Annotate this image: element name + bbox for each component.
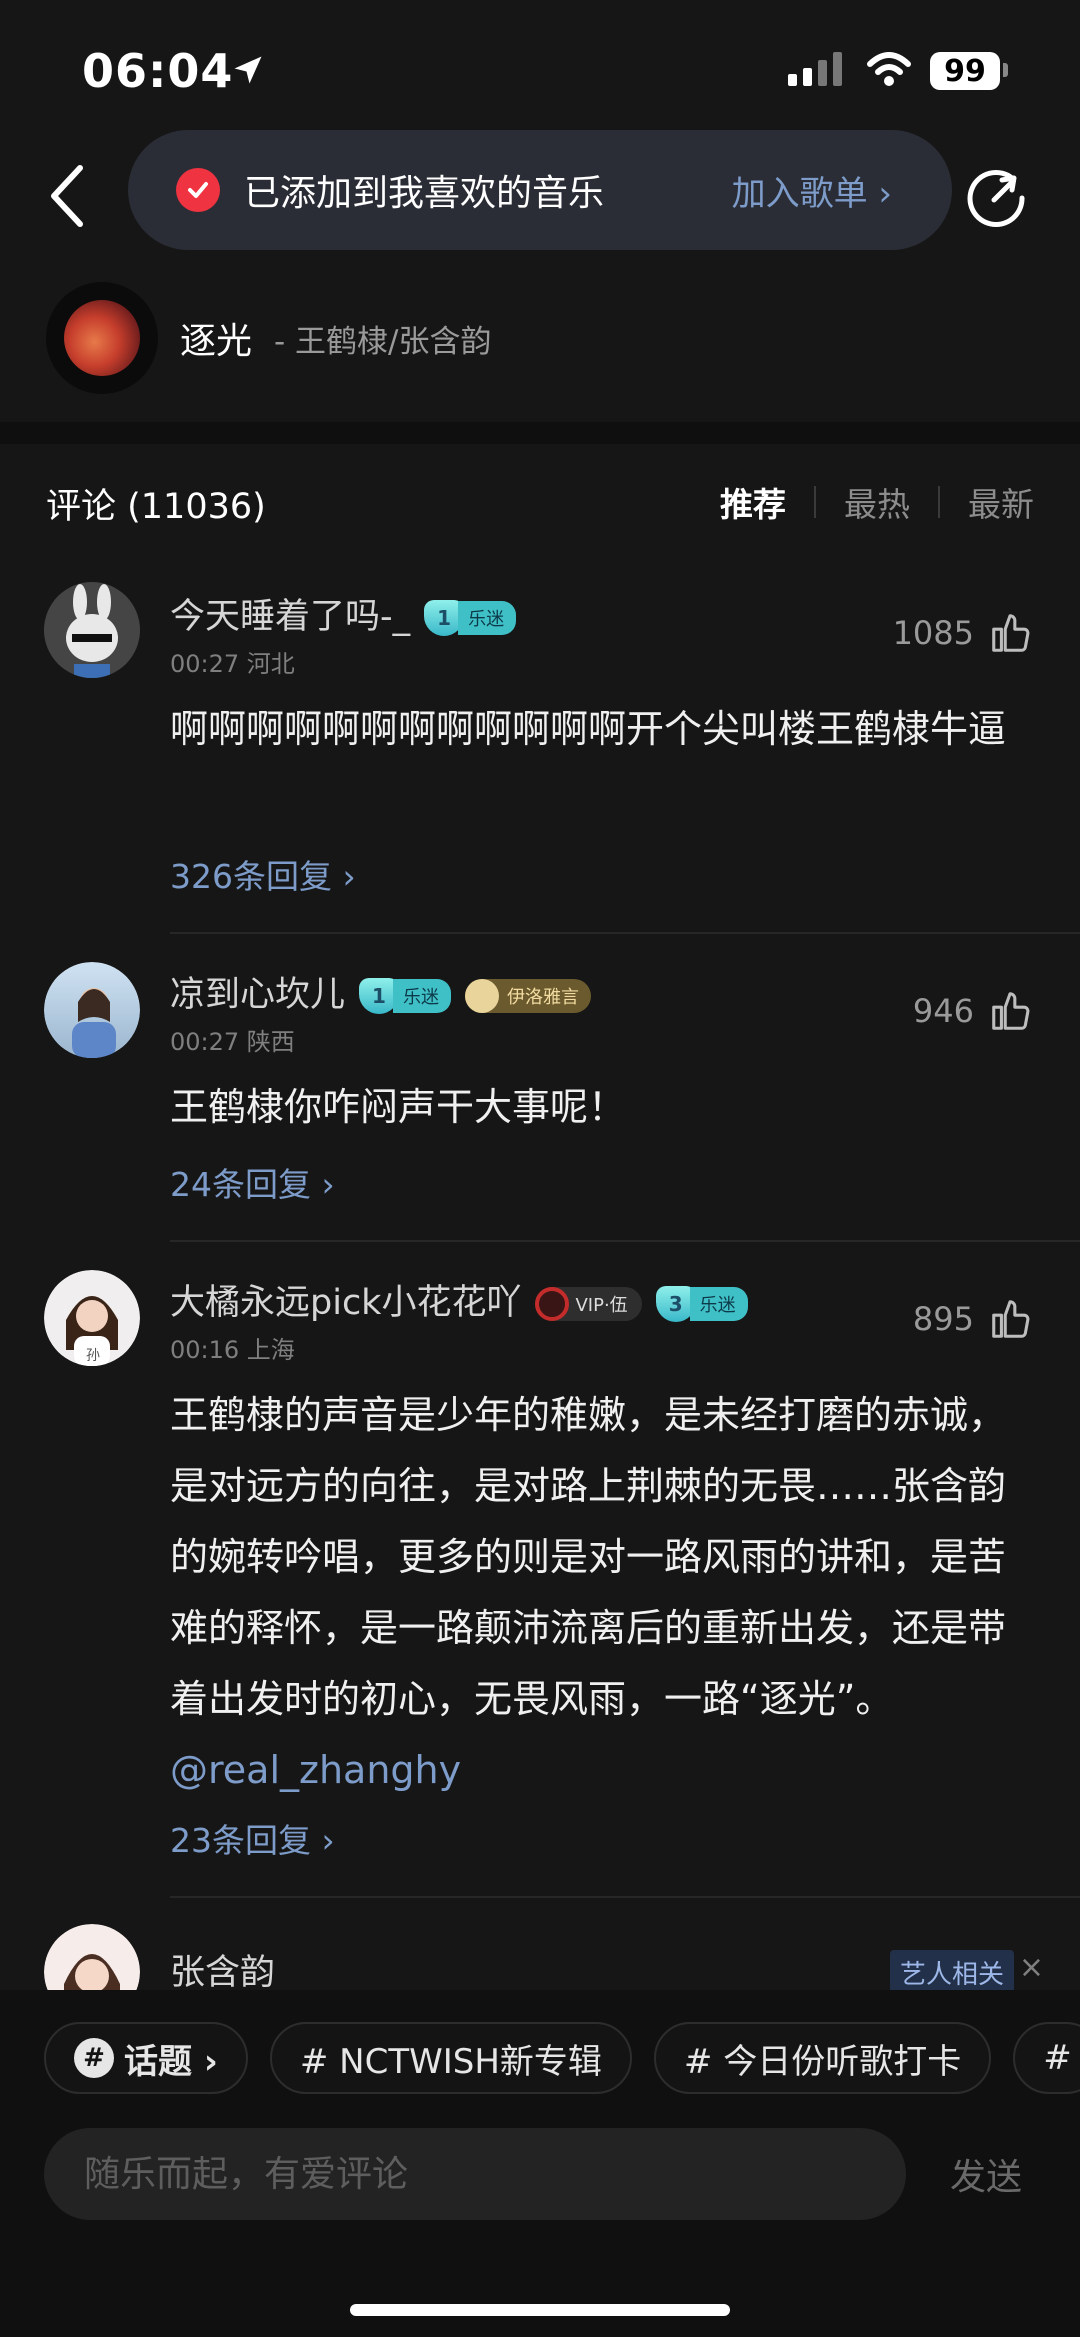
comment-username[interactable]: 今天睡着了吗-_ 1 乐迷 (170, 588, 517, 639)
comment-divider (170, 1240, 1080, 1242)
topic-chips: # 话题 › # NCTWISH新专辑 # 今日份听歌打卡 # (44, 2022, 1080, 2094)
fan-level-badge: 1 乐迷 (424, 600, 517, 636)
like-count: 946 (912, 992, 974, 1030)
section-divider (0, 422, 1080, 444)
battery-tip (1003, 63, 1008, 77)
comment-input[interactable] (44, 2128, 906, 2220)
tab-recommended[interactable]: 推荐 (720, 478, 786, 526)
comment-text: 王鹤棣的声音是少年的稚嫩，是未经打磨的赤诚，是对远方的向往，是对路上荆棘的无畏…… (170, 1393, 1007, 1792)
comment-username[interactable]: 张含韵 (170, 1944, 275, 1995)
thumbs-up-icon (992, 992, 1030, 1030)
tab-divider (814, 486, 816, 518)
comment-text: 啊啊啊啊啊啊啊啊啊啊啊啊开个尖叫楼王鹤棣牛逼 (170, 707, 1007, 751)
avatar[interactable] (44, 582, 140, 678)
home-indicator[interactable] (350, 2304, 730, 2316)
fan-level-badge: 3 乐迷 (655, 1286, 748, 1322)
tab-newest[interactable]: 最新 (968, 478, 1034, 526)
signal-icon (788, 52, 842, 86)
comment-text: 王鹤棣你咋闷声干大事呢！ (170, 1085, 627, 1129)
view-replies-link[interactable]: 326条回复 › (170, 850, 356, 898)
like-button[interactable]: 895 (913, 1296, 1034, 1342)
close-icon[interactable]: × (1019, 1950, 1044, 1985)
avatar[interactable] (44, 962, 140, 1058)
like-button[interactable]: 946 (913, 988, 1034, 1034)
mention-link[interactable]: @real_zhanghy (170, 1748, 461, 1792)
wifi-icon (867, 52, 911, 86)
view-replies-link[interactable]: 23条回复 › (170, 1814, 335, 1862)
share-icon[interactable] (962, 160, 1030, 228)
comment-username[interactable]: 凉到心坎儿 1 乐迷 伊洛雅言 (170, 966, 592, 1017)
comment-meta: 00:27 陕西 (170, 1028, 295, 1056)
tab-hottest[interactable]: 最热 (844, 478, 910, 526)
back-button[interactable] (40, 160, 96, 232)
thumbs-up-icon (992, 1300, 1030, 1338)
artist-related-tag: 艺人相关 (889, 1950, 1014, 1995)
thumbs-up-icon (992, 614, 1030, 652)
like-button[interactable]: 1085 (893, 610, 1034, 656)
svg-text:孙: 孙 (86, 1348, 100, 1364)
hash-icon: # (74, 2038, 114, 2078)
location-arrow-icon (234, 56, 262, 84)
like-count: 895 (912, 1300, 974, 1338)
topics-button[interactable]: # 话题 › (44, 2022, 248, 2094)
check-icon (176, 168, 220, 212)
add-to-playlist-link[interactable]: 加入歌单 › (732, 166, 892, 215)
comment-divider (170, 932, 1080, 934)
comment-meta: 00:16 上海 (170, 1336, 295, 1364)
send-button[interactable]: 发送 (950, 2148, 1022, 2200)
comment-meta: 00:27 河北 (170, 650, 295, 678)
club-badge: 伊洛雅言 (465, 979, 592, 1013)
status-time: 06:04 (82, 44, 234, 98)
vinyl-icon (535, 1287, 570, 1321)
panda-icon (465, 979, 500, 1013)
toast-message: 已添加到我喜欢的音乐 (244, 173, 605, 214)
topic-chip[interactable]: # 今日份听歌打卡 (653, 2022, 992, 2094)
sort-tabs: 推荐 最热 最新 (720, 478, 1034, 526)
battery-indicator: 99 (930, 52, 1000, 90)
comments-count-title: 评论 (11036) (46, 487, 266, 527)
like-count: 1085 (892, 614, 974, 652)
fan-level-badge: 1 乐迷 (359, 978, 452, 1014)
song-artist[interactable]: - 王鹤棣/张含韵 (274, 316, 491, 361)
album-cover (64, 300, 140, 376)
topic-chip[interactable]: # (1013, 2022, 1080, 2094)
album-art[interactable] (46, 282, 158, 394)
view-replies-link[interactable]: 24条回复 › (170, 1158, 335, 1206)
vip-badge: VIP·伍 (535, 1287, 642, 1321)
song-title[interactable]: 逐光 (180, 312, 252, 364)
avatar[interactable]: 孙 (44, 1270, 140, 1366)
added-to-favorites-toast: 已添加到我喜欢的音乐 加入歌单 › (128, 130, 952, 250)
tab-divider (938, 486, 940, 518)
topic-chip[interactable]: # NCTWISH新专辑 (269, 2022, 632, 2094)
comment-username[interactable]: 大橘永远pick小花花吖 VIP·伍 3 乐迷 (170, 1274, 748, 1325)
comment-divider (170, 1896, 1080, 1898)
